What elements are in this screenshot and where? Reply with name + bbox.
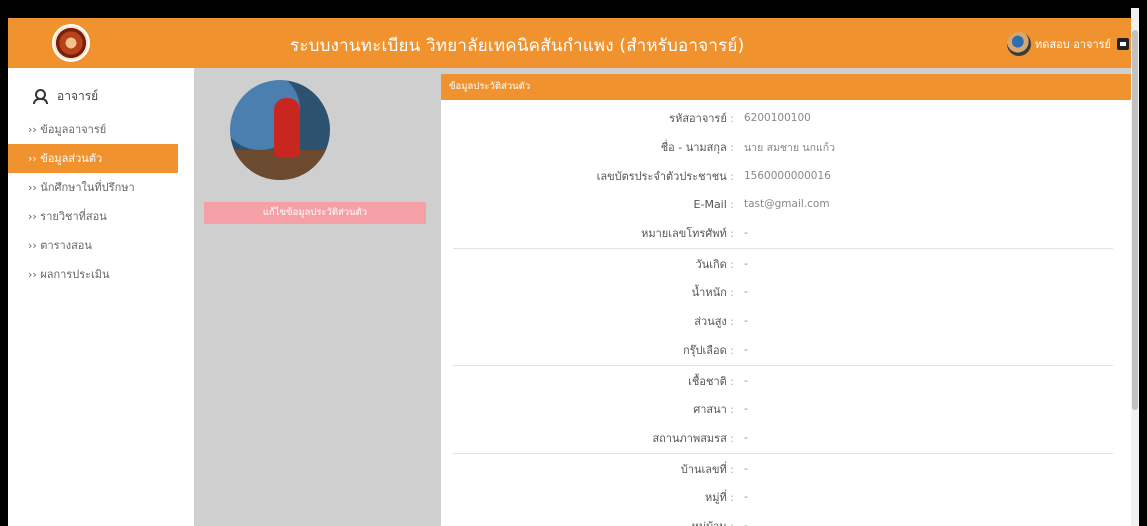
person-icon	[33, 89, 48, 104]
sidebar-item-evaluation[interactable]: ›› ผลการประเมิน	[8, 260, 194, 289]
field-value: 6200100100	[744, 112, 811, 125]
info-row: ศาสนา-	[441, 395, 1133, 424]
sidebar-menu: ›› ข้อมูลอาจารย์ ›› ข้อมูลส่วนตัว ›› นัก…	[8, 115, 194, 289]
field-value: -	[744, 403, 748, 416]
info-row: ชื่อ - นามสกุล นาย สมชาย นกแก้ว	[441, 133, 1133, 162]
sidebar-item-timetable[interactable]: ›› ตารางสอน	[8, 231, 194, 260]
sidebar: อาจารย์ ›› ข้อมูลอาจารย์ ›› ข้อมูลส่วนตั…	[8, 68, 194, 526]
info-row: กรุ๊ปเลือด-	[441, 336, 1133, 365]
field-label: กรุ๊ปเลือด	[441, 341, 734, 359]
profile-photo-area: แก้ไขข้อมูลประวัติส่วนตัว	[194, 68, 440, 526]
field-value: -	[744, 431, 748, 444]
field-label: E-Mail	[441, 198, 734, 211]
info-row: หมู่บ้าน -	[441, 512, 1133, 526]
field-value: -	[744, 462, 748, 475]
field-value: -	[744, 227, 748, 240]
field-label: ส่วนสูง	[441, 312, 734, 330]
field-value: -	[744, 491, 748, 504]
sidebar-role: อาจารย์	[8, 68, 194, 110]
field-label: ชื่อ - นามสกุล	[441, 138, 734, 156]
field-label: เลขบัตรประจำตัวประชาชน	[441, 167, 734, 185]
info-row: เลขบัตรประจำตัวประชาชน 1560000000016	[441, 161, 1133, 190]
personal-info-card: ข้อมูลประวัติส่วนตัว รหัสอาจารย์ 62001001…	[441, 74, 1133, 526]
edit-profile-button[interactable]: แก้ไขข้อมูลประวัติส่วนตัว	[204, 202, 426, 224]
college-seal-icon[interactable]	[52, 24, 90, 62]
photo-parrot	[274, 98, 300, 158]
field-value: -	[744, 519, 748, 526]
field-value: -	[744, 257, 748, 270]
scrollbar-thumb[interactable]	[1132, 30, 1138, 410]
app-title: ระบบงานทะเบียน วิทยาลัยเทคนิคสันกำแพง (ส…	[290, 36, 745, 56]
card-header: ข้อมูลประวัติส่วนตัว	[441, 74, 1133, 100]
info-row: หมู่ที่-	[441, 483, 1133, 512]
info-row: หมายเลขโทรศัพท์-	[441, 219, 1133, 248]
info-row: วันเกิด-	[441, 249, 1133, 278]
field-label: เชื้อชาติ	[441, 372, 734, 390]
info-row: น้ำหนัก-	[441, 278, 1133, 307]
field-value: -	[744, 315, 748, 328]
app-window: ระบบงานทะเบียน วิทยาลัยเทคนิคสันกำแพง (ส…	[8, 8, 1139, 526]
info-row: บ้านเลขที่-	[441, 454, 1133, 483]
field-value: นาย สมชาย นกแก้ว	[744, 141, 835, 154]
info-row: ส่วนสูง-	[441, 307, 1133, 336]
top-bar: ระบบงานทะเบียน วิทยาลัยเทคนิคสันกำแพง (ส…	[8, 8, 1139, 68]
sidebar-item-personal-info[interactable]: ›› ข้อมูลส่วนตัว	[8, 144, 178, 173]
field-label: น้ำหนัก	[441, 283, 734, 301]
field-label: สถานภาพสมรส	[441, 429, 734, 447]
avatar[interactable]	[1007, 32, 1032, 56]
field-label: ศาสนา	[441, 400, 734, 418]
sidebar-item-advisees[interactable]: ›› นักศึกษาในที่ปรึกษา	[8, 173, 194, 202]
profile-photo	[230, 80, 330, 180]
field-label: วันเกิด	[441, 255, 734, 273]
info-row: รหัสอาจารย์ 6200100100	[441, 104, 1133, 133]
user-menu[interactable]: ทดสอบ อาจารย์	[1007, 32, 1129, 56]
field-value: -	[744, 343, 748, 356]
field-label: รหัสอาจารย์	[441, 109, 734, 127]
page-scrollbar[interactable]	[1131, 8, 1139, 526]
field-value: 1560000000016	[744, 169, 831, 182]
info-rows: รหัสอาจารย์ 6200100100 ชื่อ - นามสกุล นาย …	[441, 100, 1133, 526]
role-label: อาจารย์	[57, 88, 99, 103]
field-value: -	[744, 286, 748, 299]
field-value: -	[744, 374, 748, 387]
field-label: บ้านเลขที่	[441, 460, 734, 478]
field-label: หมู่ที่	[441, 488, 734, 506]
logout-icon[interactable]	[1117, 38, 1129, 50]
sidebar-item-courses[interactable]: ›› รายวิชาที่สอน	[8, 202, 194, 231]
info-row: เชื้อชาติ-	[441, 366, 1133, 395]
user-name[interactable]: ทดสอบ อาจารย์	[1035, 35, 1111, 53]
field-label: หมายเลขโทรศัพท์	[441, 224, 734, 242]
field-label: หมู่บ้าน	[441, 517, 734, 526]
field-value: tast@gmail.com	[744, 198, 830, 211]
info-row: E-Mail tast@gmail.com	[441, 190, 1133, 219]
sidebar-item-teacher-info[interactable]: ›› ข้อมูลอาจารย์	[8, 115, 194, 144]
info-row: สถานภาพสมรส-	[441, 424, 1133, 453]
